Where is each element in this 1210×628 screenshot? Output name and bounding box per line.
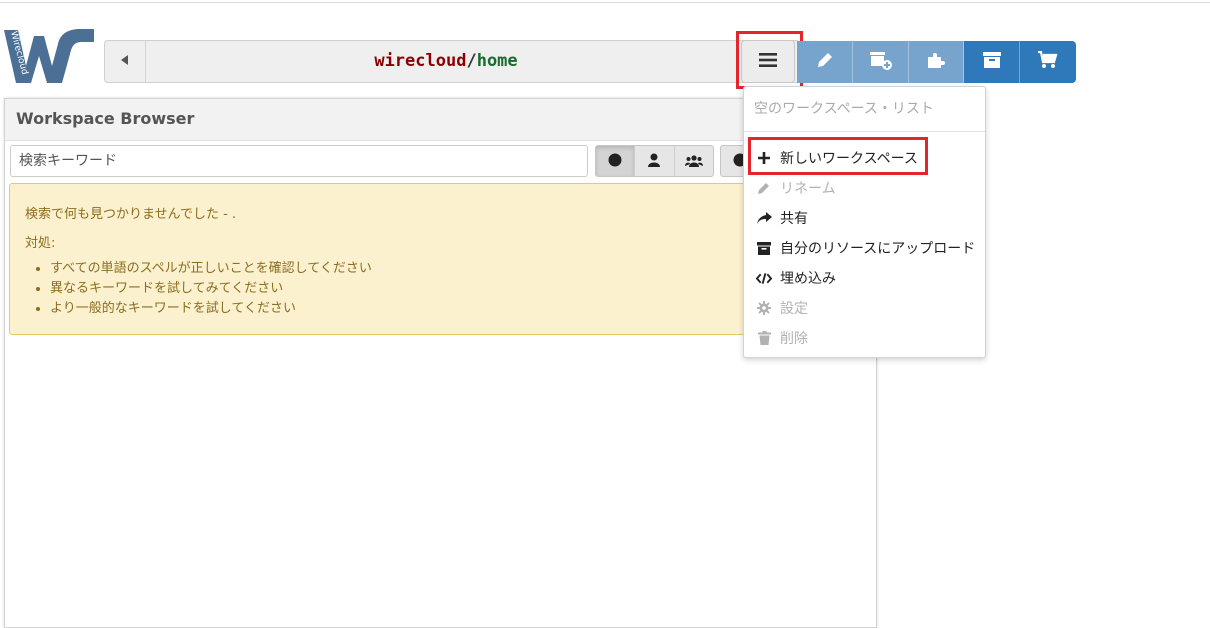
panel-title: Workspace Browser xyxy=(16,109,195,128)
menu-item-label: 削除 xyxy=(780,331,808,347)
marketplace-button[interactable] xyxy=(1020,41,1076,83)
back-button[interactable] xyxy=(105,41,146,82)
gear-icon xyxy=(756,300,772,316)
wirecloud-logo[interactable]: Wirecloud xyxy=(2,26,96,86)
menu-item-label: 共有 xyxy=(780,211,808,227)
workspace-menu-button[interactable] xyxy=(741,40,795,83)
circle-icon xyxy=(608,152,622,171)
menu-item-delete[interactable]: 削除 xyxy=(744,324,985,352)
menu-item-label: 設定 xyxy=(780,301,808,317)
menu-item-upload[interactable]: 自分のリソースにアップロード xyxy=(744,234,985,262)
filter-all-button[interactable] xyxy=(596,146,636,176)
menu-item-label: リネーム xyxy=(780,181,836,197)
add-widget-button[interactable] xyxy=(853,41,909,83)
pencil-icon xyxy=(756,180,772,196)
filter-shared-button[interactable] xyxy=(675,146,713,176)
suggestion-item: 異なるキーワードを試してみてください xyxy=(50,279,372,299)
user-icon xyxy=(648,152,661,171)
pencil-icon xyxy=(816,51,834,73)
puzzle-icon xyxy=(926,50,946,74)
menu-item-settings[interactable]: 設定 xyxy=(744,294,985,322)
caret-left-icon xyxy=(121,54,129,69)
trash-icon xyxy=(756,330,772,346)
menu-item-new-workspace[interactable]: 新しいワークスペース xyxy=(744,144,985,172)
menu-item-rename[interactable]: リネーム xyxy=(744,174,985,202)
archive-icon xyxy=(982,52,1001,72)
toolbar xyxy=(797,41,1076,83)
plus-icon xyxy=(756,150,772,166)
add-workspace-icon xyxy=(869,50,893,74)
workspace-dropdown-menu: 空のワークスペース・リスト 新しいワークスペース リネーム 共有 自分のリソース… xyxy=(743,86,986,358)
edit-button[interactable] xyxy=(797,41,853,83)
workspace-path: wirecloud/home xyxy=(146,41,746,82)
code-icon xyxy=(756,270,772,286)
dropdown-header: 空のワークスペース・リスト xyxy=(754,101,934,117)
path-separator: / xyxy=(466,51,477,71)
share-icon xyxy=(756,210,772,226)
menu-item-label: 自分のリソースにアップロード xyxy=(780,241,976,257)
workspace-owner: wirecloud xyxy=(374,51,467,71)
alert-title: 検索で何も見つかりませんでした - . xyxy=(25,207,237,222)
no-results-alert: 検索で何も見つかりませんでした - . 対処: すべての単語のスペルが正しいこと… xyxy=(9,183,871,335)
top-divider xyxy=(0,2,1210,3)
menu-item-embed[interactable]: 埋め込み xyxy=(744,264,985,292)
menu-item-label: 新しいワークスペース xyxy=(780,151,918,167)
my-resources-button[interactable] xyxy=(964,41,1020,83)
filter-button-group xyxy=(595,145,714,177)
workspace-name: home xyxy=(476,51,518,71)
suggestion-item: より一般的なキーワードを試してください xyxy=(50,299,372,319)
workspace-path-bar: wirecloud/home xyxy=(104,40,800,83)
dropdown-divider xyxy=(744,131,985,132)
menu-item-share[interactable]: 共有 xyxy=(744,204,985,232)
wiring-button[interactable] xyxy=(909,41,964,83)
filter-mine-button[interactable] xyxy=(635,146,675,176)
search-input[interactable] xyxy=(10,145,588,177)
suggestion-list: すべての単語のスペルが正しいことを確認してください 異なるキーワードを試してみて… xyxy=(25,259,372,319)
alert-subtitle: 対処: xyxy=(25,236,56,251)
cart-icon xyxy=(1038,50,1058,73)
suggestion-item: すべての単語のスペルが正しいことを確認してください xyxy=(50,259,372,279)
hamburger-icon xyxy=(759,52,777,71)
archive-icon xyxy=(756,240,772,256)
group-icon xyxy=(684,152,703,171)
menu-item-label: 埋め込み xyxy=(780,271,836,287)
